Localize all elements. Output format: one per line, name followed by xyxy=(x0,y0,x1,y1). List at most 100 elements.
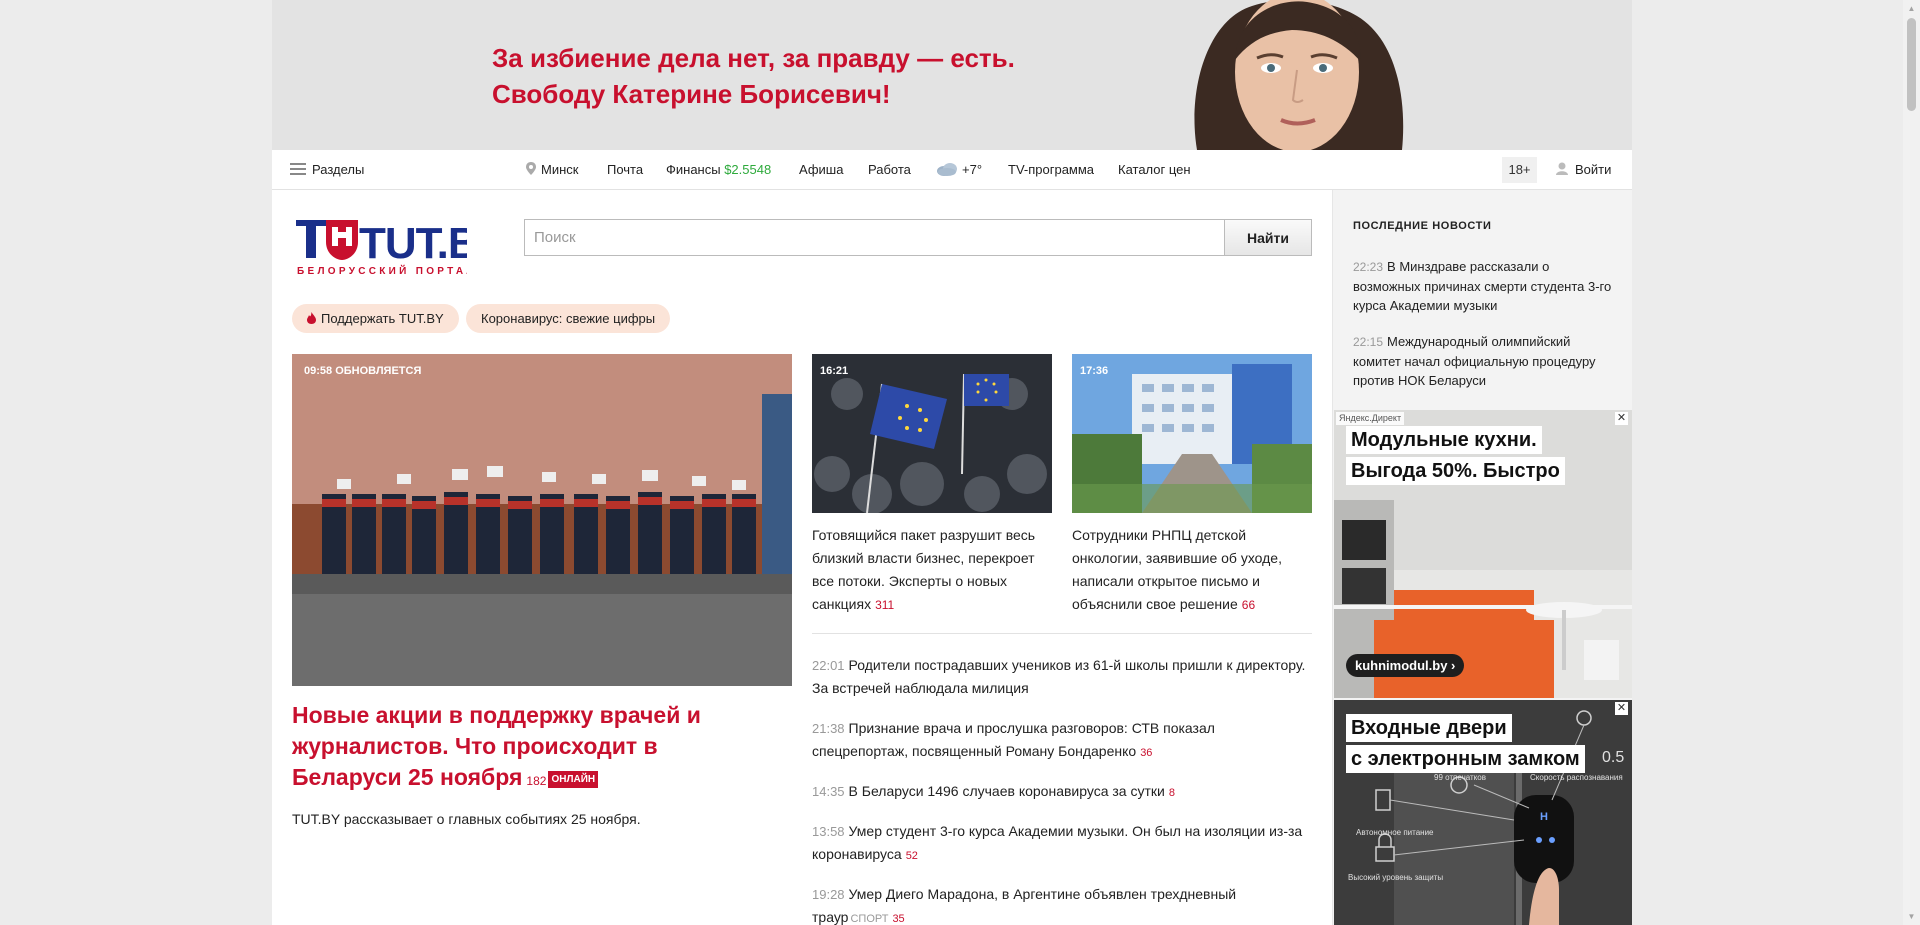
scrollbar-thumb[interactable] xyxy=(1907,18,1916,111)
city-link[interactable]: Минск xyxy=(526,150,578,190)
card-1-photo[interactable]: 16:21 xyxy=(812,354,1052,513)
search-button[interactable]: Найти xyxy=(1224,219,1312,256)
lead-story-title[interactable]: Новые акции в поддержку врачей и журнали… xyxy=(292,700,722,797)
page: За избиение дела нет, за правду — есть. … xyxy=(272,0,1632,925)
cloud-icon xyxy=(937,163,957,176)
banner-portrait-image xyxy=(1157,0,1427,150)
usd-rate: $2.5548 xyxy=(724,162,772,177)
sidebar-news-time: 22:23 xyxy=(1353,260,1384,274)
lead-story-description: TUT.BY рассказывает о главных событиях 2… xyxy=(292,811,641,827)
door-lock-ad[interactable]: H Автономное питание 99 отпечатков Скоро… xyxy=(1334,700,1632,925)
news-item-2[interactable]: 21:38 Признание врача и прослушка разгово… xyxy=(812,717,1312,765)
online-badge: ОНЛАЙН xyxy=(548,771,599,788)
user-icon xyxy=(1556,162,1568,175)
scroll-up-arrow-icon[interactable]: ▲ xyxy=(1903,0,1920,17)
banner-line-1: За избиение дела нет, за правду — есть. xyxy=(492,43,1015,73)
news-time: 13:58 xyxy=(812,824,845,839)
covid-stats-button[interactable]: Коронавирус: свежие цифры xyxy=(466,304,671,333)
logo-tagline: БЕЛОРУССКИЙ ПОРТАЛ xyxy=(297,264,467,276)
mail-link[interactable]: Почта xyxy=(607,150,643,190)
news-item-5[interactable]: 19:28 Умер Диего Марадона, в Аргентине об… xyxy=(812,883,1312,925)
news-comment-count: 36 xyxy=(1140,747,1153,759)
sections-label: Разделы xyxy=(312,162,365,177)
login-label: Войти xyxy=(1575,162,1612,177)
logo-wordmark: TUT.BY xyxy=(359,219,467,268)
latest-news-heading: ПОСЛЕДНИЕ НОВОСТИ xyxy=(1353,220,1492,232)
kitchen-ad[interactable]: Яндекс.Директ ✕ Модульные кухни. Выгода … xyxy=(1334,410,1632,698)
city-label: Минск xyxy=(541,162,579,177)
news-comment-count: 52 xyxy=(905,850,918,862)
sections-menu-button[interactable]: Разделы xyxy=(290,150,364,190)
card-1-comment-count: 311 xyxy=(875,598,895,612)
door-ad-feature-protection: Высокий уровень защиты xyxy=(1348,873,1443,882)
price-catalog-link[interactable]: Каталог цен xyxy=(1118,150,1191,190)
close-icon[interactable]: ✕ xyxy=(1615,412,1628,425)
banner-line-2: Свободу Катерине Борисевич! xyxy=(492,79,891,109)
news-time: 14:35 xyxy=(812,784,845,799)
search-input[interactable] xyxy=(525,220,1225,255)
door-ad-headline: Входные двери с электронным замком xyxy=(1346,714,1585,776)
banner-text: За избиение дела нет, за правду — есть. … xyxy=(492,40,1015,112)
card-2-image: 17:36 xyxy=(1072,354,1312,513)
kitchen-ad-line-2: Выгода 50%. Быстро xyxy=(1346,457,1565,485)
kitchen-ad-line-1: Модульные кухни. xyxy=(1346,426,1542,454)
news-item-4[interactable]: 13:58 Умер студент 3-го курса Академии му… xyxy=(812,820,1312,868)
tv-program-link[interactable]: TV-программа xyxy=(1008,150,1094,190)
news-title: Признание врача и прослушка разговоров: … xyxy=(812,720,1215,759)
tutby-logo-mark: TUT.BY БЕЛОРУССКИЙ ПОРТАЛ xyxy=(296,219,509,277)
login-button[interactable]: Войти xyxy=(1556,150,1611,190)
age-rating-badge: 18+ xyxy=(1502,157,1537,183)
news-item-1[interactable]: 22:01 Родители пострадавших учеников из 6… xyxy=(812,654,1312,700)
lead-photo-image: 09:58 ОБНОВЛЯЕТСЯ xyxy=(292,354,792,686)
door-ad-line-1: Входные двери xyxy=(1346,714,1512,742)
page-scrollbar[interactable]: ▲ ▼ xyxy=(1903,0,1920,925)
card-1-time: 16:21 xyxy=(820,365,848,377)
news-time: 22:01 xyxy=(812,658,845,673)
news-rubric: СПОРТ xyxy=(850,913,889,925)
card-1-title-text: Готовящийся пакет разрушит весь близкий … xyxy=(812,527,1036,612)
comment-count: 182 xyxy=(526,774,547,788)
news-title: В Беларуси 1496 случаев коронавируса за … xyxy=(848,783,1165,799)
news-time: 19:28 xyxy=(812,887,845,902)
news-time: 21:38 xyxy=(812,721,845,736)
card-2-photo[interactable]: 17:36 xyxy=(1072,354,1312,513)
news-title: Умер студент 3-го курса Академии музыки.… xyxy=(812,823,1303,862)
card-2-title[interactable]: Сотрудники РНПЦ детской онкологии, заяви… xyxy=(1072,524,1312,617)
lead-time-label: 09:58 ОБНОВЛЯЕТСЯ xyxy=(304,365,421,377)
kitchen-ad-site-link[interactable]: kuhnimodul.by › xyxy=(1346,654,1465,677)
news-title: Родители пострадавших учеников из 61-й ш… xyxy=(812,657,1306,696)
card-1-image: 16:21 xyxy=(812,354,1052,513)
kitchen-ad-headline: Модульные кухни. Выгода 50%. Быстро xyxy=(1346,426,1565,488)
news-item-3[interactable]: 14:35 В Беларуси 1496 случаев коронавирус… xyxy=(812,780,1312,805)
door-ad-seconds: 0.5 xyxy=(1602,749,1624,766)
site-logo[interactable]: TUT.BY БЕЛОРУССКИЙ ПОРТАЛ xyxy=(292,218,509,279)
afisha-link[interactable]: Афиша xyxy=(799,150,843,190)
card-2-time: 17:36 xyxy=(1080,365,1108,377)
sidebar-news-time: 22:15 xyxy=(1353,335,1384,349)
fire-icon xyxy=(307,312,316,324)
top-nav: Разделы Минск Почта Финансы $2.5548 Афиш… xyxy=(272,150,1632,190)
sidebar-news-title: В Минздраве рассказали о возможных причи… xyxy=(1353,259,1612,313)
lead-title-text: Новые акции в поддержку врачей и журнали… xyxy=(292,702,701,790)
news-comment-count: 35 xyxy=(892,913,905,925)
top-banner-ad[interactable]: За избиение дела нет, за правду — есть. … xyxy=(272,0,1632,150)
finance-link[interactable]: Финансы $2.5548 xyxy=(666,150,771,190)
work-link[interactable]: Работа xyxy=(868,150,911,190)
weather-link[interactable]: +7° xyxy=(936,150,982,190)
temperature: +7° xyxy=(962,162,983,177)
close-icon[interactable]: ✕ xyxy=(1615,702,1628,715)
door-ad-line-2: с электронным замком xyxy=(1346,745,1585,773)
search-box xyxy=(524,219,1228,256)
lead-story-photo[interactable]: 09:58 ОБНОВЛЯЕТСЯ xyxy=(292,354,792,686)
card-2-comment-count: 66 xyxy=(1241,598,1256,612)
svg-text:H: H xyxy=(1540,811,1548,823)
news-divider xyxy=(812,633,1312,634)
scroll-down-arrow-icon[interactable]: ▼ xyxy=(1903,908,1920,925)
card-1-title[interactable]: Готовящийся пакет разрушит весь близкий … xyxy=(812,524,1052,617)
sidebar-news-item-2[interactable]: 22:15 Международный олимпийский комитет н… xyxy=(1353,332,1618,390)
support-tutby-button[interactable]: Поддержать TUT.BY xyxy=(292,304,459,333)
finance-label: Финансы xyxy=(666,162,721,177)
location-pin-icon xyxy=(526,162,536,175)
ad-source-tag: Яндекс.Директ xyxy=(1336,412,1405,425)
sidebar-news-item-1[interactable]: 22:23 В Минздраве рассказали о возможных … xyxy=(1353,257,1618,315)
